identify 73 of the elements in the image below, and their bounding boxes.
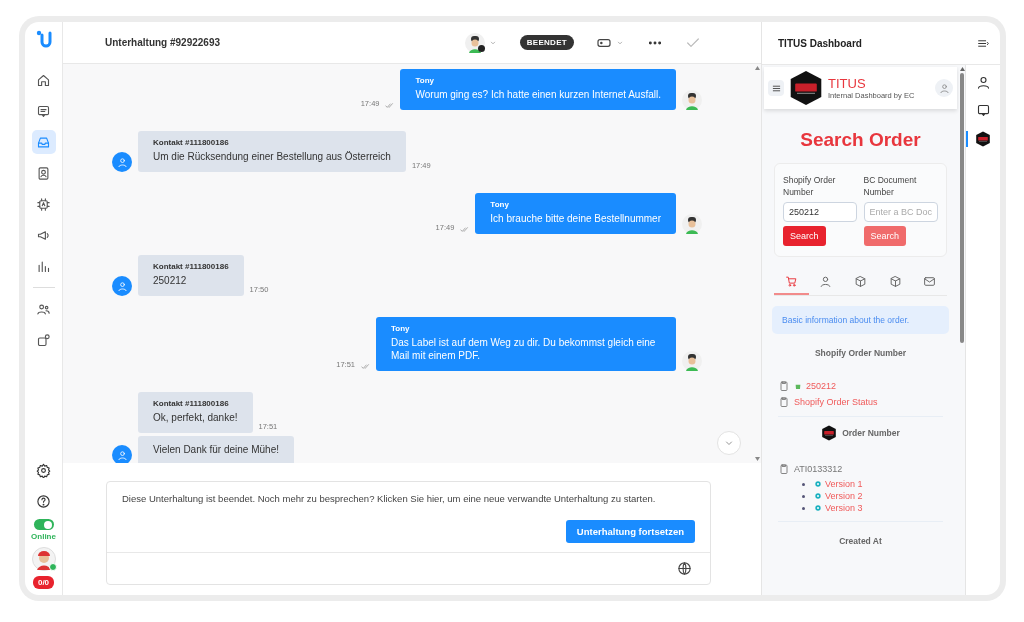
message-bubble: Kontakt #111800186 250212	[138, 255, 244, 296]
nav-item[interactable]	[31, 130, 56, 154]
ended-notice: Diese Unterhaltung ist beendet. Noch mehr zu besprechen? Klicken Sie hier, um eine neue verwandte Unterhaltung zu starten.	[122, 493, 657, 504]
status-toggle[interactable]	[33, 519, 54, 530]
globe-icon[interactable]	[677, 561, 692, 576]
brand-name: TITUS	[828, 76, 867, 91]
inbox-icon	[36, 134, 51, 150]
version-link[interactable]: Version 3	[825, 503, 863, 513]
status-label: Online	[31, 532, 56, 541]
brand-logo	[821, 425, 838, 441]
section-heading: Created At	[838, 536, 883, 546]
counter-badge: 0/0	[32, 576, 55, 589]
order-status-link[interactable]: Shopify Order Status	[794, 397, 878, 407]
message-bubble: Tony Das Label ist auf dem Weg zu dir. Du bekommst gleich eine Mail mit einem PDF.	[376, 317, 676, 371]
order-link[interactable]: 250212	[806, 381, 837, 391]
version-link[interactable]: Version 2	[825, 491, 863, 501]
scroll-down-icon[interactable]	[755, 457, 760, 461]
message-bubble: Vielen Dank für deine Mühe!	[138, 436, 294, 463]
package-icon	[854, 275, 867, 288]
mail-icon	[923, 275, 937, 288]
continue-button[interactable]: Unterhaltung fortsetzen	[565, 520, 695, 543]
message-bubble: Kontakt #111800186 Um die Rücksendung einer Bestellung aus Österreich	[138, 131, 406, 172]
order-number: ATI0133312	[794, 464, 843, 474]
menu-button[interactable]	[768, 80, 784, 96]
chip-icon	[36, 196, 51, 212]
scroll-up-icon[interactable]	[755, 66, 760, 70]
search-heading: Search Order	[799, 129, 922, 151]
settings-icon[interactable]	[36, 463, 51, 478]
field-label: BC Document Number	[863, 174, 918, 198]
chat-icon	[36, 103, 51, 119]
clipboard-icon	[778, 380, 790, 392]
scrollbar-thumb[interactable]	[960, 73, 964, 343]
panel-title: TITUS Dashboard	[778, 37, 862, 49]
brand-logo	[975, 131, 991, 147]
conversation-title: Unterhaltung #92922693	[105, 37, 222, 48]
message-bubble: Kontakt #111800186 Ok, perfekt, danke!	[138, 392, 253, 433]
double-check-icon	[460, 225, 470, 234]
section-heading: Order Number	[842, 428, 900, 438]
person-icon	[116, 449, 128, 461]
version-link[interactable]: Version 1	[825, 479, 863, 489]
message-bubble: Tony Ich brauche bitte deine Bestellnummer	[475, 193, 676, 234]
user-avatar[interactable]	[31, 547, 56, 571]
clipboard-icon	[778, 463, 790, 475]
clipboard-icon	[778, 396, 790, 408]
app-logo	[34, 30, 53, 50]
search-button[interactable]: Search	[783, 226, 826, 246]
help-icon[interactable]	[36, 494, 51, 509]
add-widget-icon	[36, 332, 51, 348]
status-badge: BEENDET	[519, 35, 574, 50]
agent-avatar	[682, 90, 702, 110]
package-icon	[888, 275, 902, 288]
info-box: Basic information about the order.	[772, 306, 949, 334]
section-heading: Shopify Order Number	[813, 348, 908, 358]
person-icon	[819, 275, 833, 288]
input-field[interactable]: 250212	[783, 202, 857, 222]
person-icon	[938, 82, 950, 94]
assignee-button[interactable]	[464, 32, 498, 53]
cart-icon	[784, 275, 798, 288]
online-dot	[48, 563, 57, 571]
scroll-up-icon[interactable]	[959, 67, 965, 71]
chat-bubble-icon	[975, 103, 991, 118]
agent-avatar	[464, 32, 485, 53]
person-icon	[975, 75, 991, 90]
double-check-icon	[361, 362, 370, 371]
agent-avatar	[682, 214, 702, 234]
team-icon	[36, 301, 51, 317]
field-label: Shopify Order Number	[783, 174, 837, 198]
home-icon	[36, 72, 51, 88]
agent-avatar	[682, 351, 702, 371]
message-bubble: Tony Worum ging es? Ich hatte einen kurzen Internet Ausfall.	[400, 69, 676, 110]
contact-card-icon	[36, 165, 51, 181]
brand-logo	[788, 70, 824, 106]
double-check-icon	[385, 101, 395, 110]
